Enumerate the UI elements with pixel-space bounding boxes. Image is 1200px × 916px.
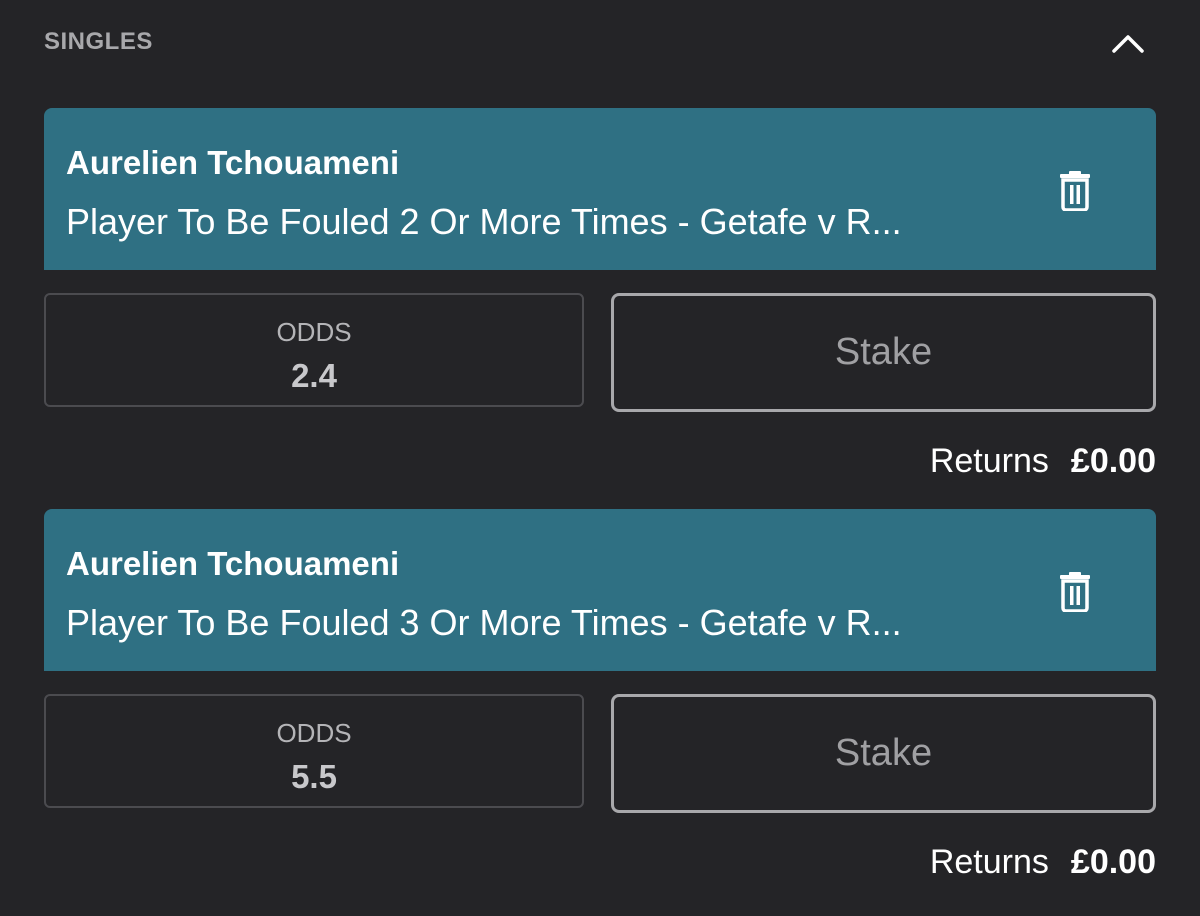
odds-value: 5.5: [291, 758, 337, 795]
market-description: Player To Be Fouled 3 Or More Times - Ge…: [66, 602, 902, 643]
chevron-up-icon: [1112, 35, 1144, 53]
returns-label: Returns: [929, 442, 1049, 480]
returns-row: Returns £0.00: [930, 442, 1156, 481]
odds-box: ODDS 5.5: [44, 694, 584, 808]
odds-label: ODDS: [276, 317, 352, 347]
delete-bet-button[interactable]: [1052, 567, 1098, 617]
delete-bet-button[interactable]: [1052, 166, 1098, 216]
returns-label: Returns: [929, 843, 1049, 881]
singles-header: SINGLES: [44, 0, 1156, 86]
player-name: Aurelien Tchouameni: [66, 545, 400, 582]
section-title: SINGLES: [44, 28, 153, 55]
bet-selection-header: Aurelien Tchouameni Player To Be Fouled …: [44, 509, 1156, 671]
bet-card: Aurelien Tchouameni Player To Be Fouled …: [44, 108, 1156, 480]
trash-icon: [1060, 572, 1090, 612]
player-name: Aurelien Tchouameni: [66, 144, 400, 181]
market-description: Player To Be Fouled 2 Or More Times - Ge…: [66, 201, 902, 242]
odds-box: ODDS 2.4: [44, 293, 584, 407]
returns-value: £0.00: [1070, 843, 1156, 881]
odds-value: 2.4: [291, 357, 337, 394]
returns-row: Returns £0.00: [930, 843, 1156, 882]
stake-input[interactable]: [611, 293, 1156, 412]
bet-card: Aurelien Tchouameni Player To Be Fouled …: [44, 509, 1156, 881]
trash-icon: [1060, 171, 1090, 211]
bet-selection-header: Aurelien Tchouameni Player To Be Fouled …: [44, 108, 1156, 270]
stake-input[interactable]: [611, 694, 1156, 813]
collapse-button[interactable]: [1100, 22, 1156, 66]
returns-value: £0.00: [1070, 442, 1156, 480]
odds-label: ODDS: [276, 718, 352, 748]
